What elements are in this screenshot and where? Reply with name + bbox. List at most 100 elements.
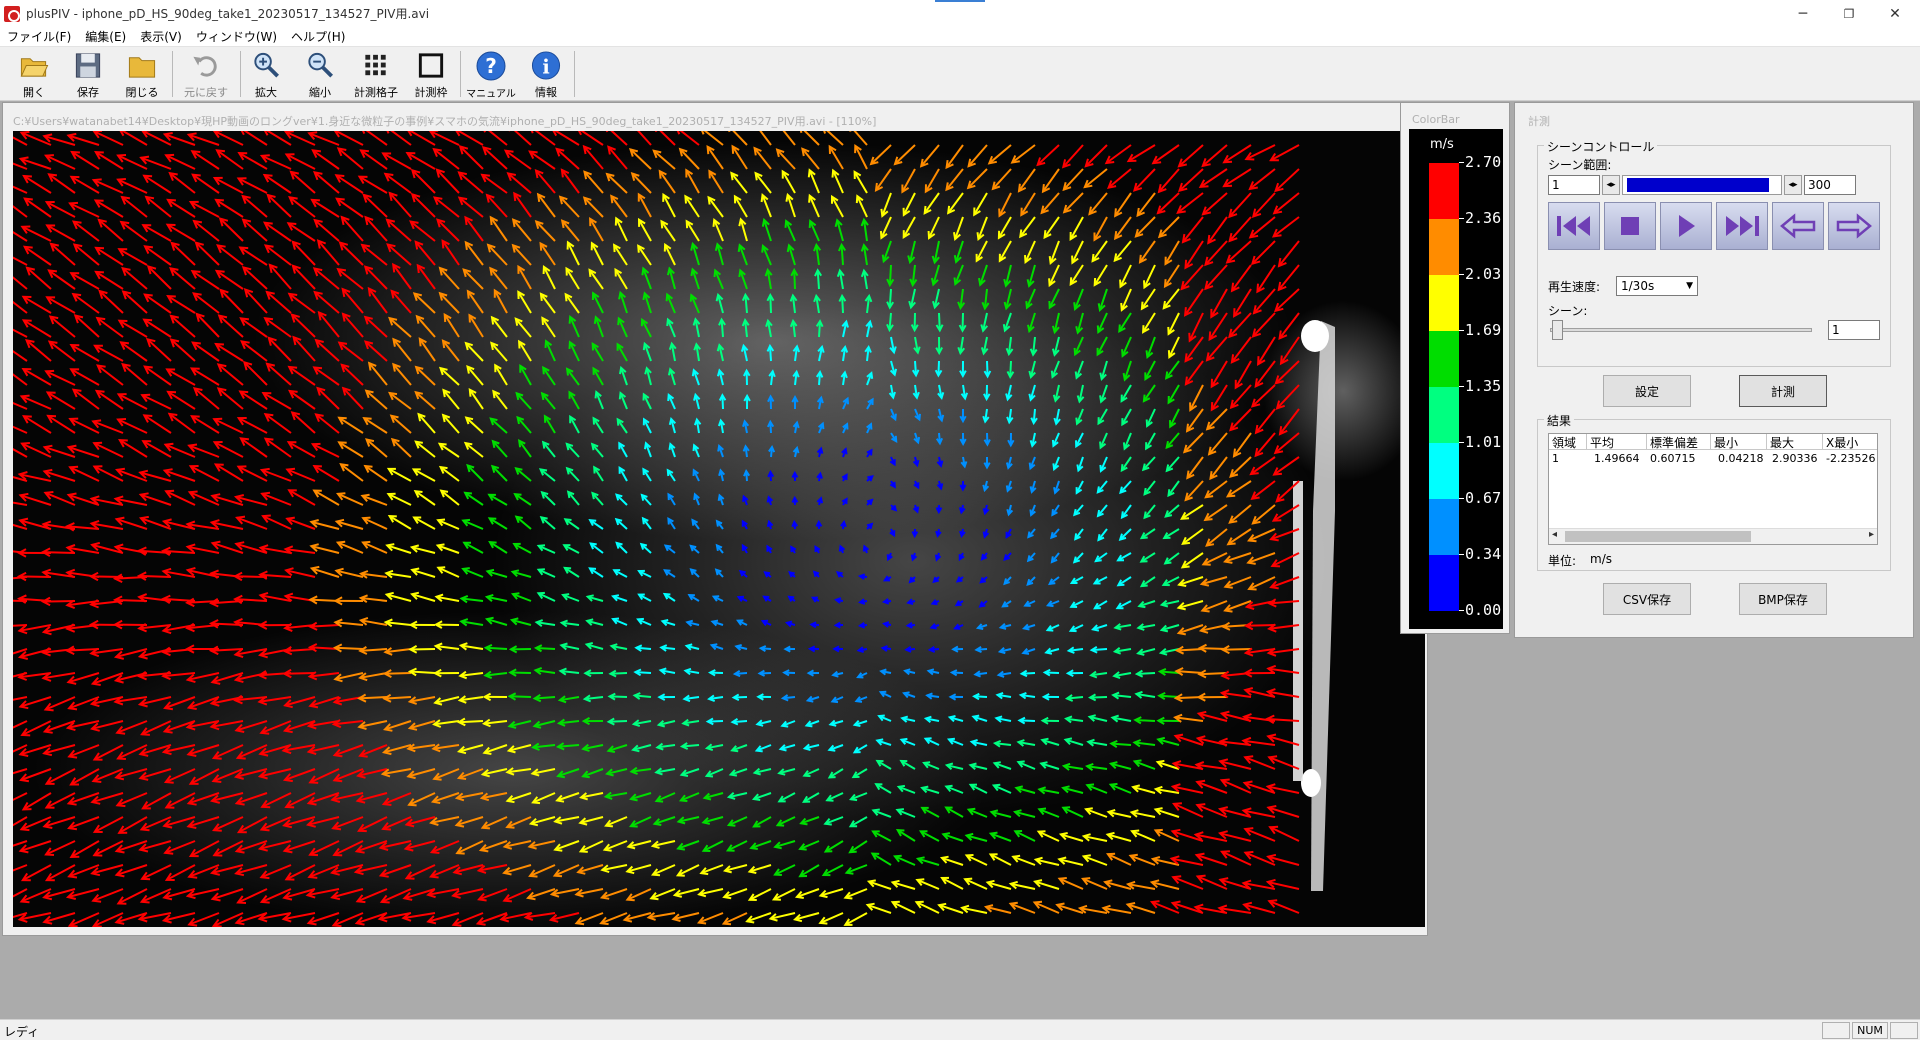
bmp-save-button[interactable]: BMP保存 [1739,583,1827,615]
info-button[interactable]: i 情報 [524,48,568,100]
folder-open-icon [20,58,49,77]
csv-save-button[interactable]: CSV保存 [1603,583,1691,615]
toolbar-separator [460,51,461,97]
scene-range-bar[interactable] [1622,175,1782,195]
table-cell: 0.04218 [1718,452,1764,465]
results-hscrollbar[interactable]: ◂ ▸ [1549,528,1877,544]
status-bar: レディ NUM [0,1019,1920,1040]
velocity-vector [138,574,172,578]
table-header: 最大 [1767,434,1823,450]
table-cell: -2.23526 [1826,452,1876,465]
grid-button[interactable]: 計測格子 [348,48,404,100]
folder-icon [128,57,156,78]
app-logo-icon [4,5,20,22]
colorbar-segment [1429,219,1459,275]
menu-window[interactable]: ウィンドウ(W) [189,28,284,45]
scene-slider[interactable] [1550,328,1812,332]
close-window-button[interactable]: ✕ [1872,0,1918,27]
grid-label: 計測格子 [354,86,398,99]
scroll-left-icon[interactable]: ◂ [1552,529,1557,540]
play-icon [1679,215,1695,237]
scene-range-label: シーン範囲: [1548,158,1612,172]
colorbar-title: ColorBar [1412,113,1460,126]
svg-text:i: i [542,55,549,78]
play-button[interactable] [1660,202,1712,250]
menu-view[interactable]: 表示(V) [133,28,189,45]
colorbar-tick: 0.67 [1458,489,1502,507]
menu-edit[interactable]: 編集(E) [78,28,133,45]
zoom-in-button[interactable]: 拡大 [244,48,288,100]
scroll-right-icon[interactable]: ▸ [1869,529,1874,540]
step-forward-button[interactable] [1828,202,1880,250]
speed-label: 再生速度: [1548,280,1601,294]
results-table[interactable]: 領域 平均 標準偏差 最小 最大 X最小 1 1.49664 0.60715 0… [1548,433,1878,545]
colorbar-tick: 1.35 [1458,377,1502,395]
title-accent-bar [935,0,985,2]
measure-button[interactable]: 計測 [1739,375,1827,407]
colorbar-tick: 1.01 [1458,433,1502,451]
undo-button[interactable]: 元に戻す [178,48,234,100]
scene-control-label: シーンコントロール [1544,138,1658,155]
colorbar-tick: 2.36 [1458,209,1502,227]
last-frame-button[interactable] [1716,202,1768,250]
piv-vector-field[interactable] [13,131,1425,927]
range-end-spinner[interactable]: ◂▸ [1784,175,1802,195]
colorbar-segment [1429,331,1459,387]
colorbar-tick: 2.03 [1458,265,1502,283]
velocity-vector [510,671,532,674]
range-end-input[interactable]: 300 [1804,175,1856,195]
table-cell: 2.90336 [1772,452,1818,465]
range-start-spinner[interactable]: ◂▸ [1602,175,1620,195]
scene-input[interactable]: 1 [1828,320,1880,340]
speed-value: 1/30s [1621,279,1655,293]
status-text: レディ [4,1025,40,1039]
skip-back-icon [1557,216,1590,236]
info-label: 情報 [535,86,557,99]
velocity-vector [42,551,76,554]
minimize-button[interactable]: ─ [1780,0,1826,27]
settings-button[interactable]: 設定 [1603,375,1691,407]
open-label: 開く [23,86,45,99]
zoom-out-button[interactable]: 縮小 [298,48,342,100]
colorbar-segment [1429,387,1459,443]
open-button[interactable]: 開く [12,48,56,100]
colorbar-tick: 2.70 [1458,153,1502,171]
velocity-vector [284,672,316,675]
unit-value: m/s [1590,552,1612,566]
undo-icon [193,56,217,77]
range-start-input[interactable]: 1 [1548,175,1600,195]
table-header: 平均 [1587,434,1647,450]
colorbar-tick: 0.34 [1458,545,1502,563]
zoom-out-icon [308,52,333,78]
menu-help[interactable]: ヘルプ(H) [284,28,352,45]
manual-button[interactable]: ? マニュアル [466,48,516,100]
menu-file[interactable]: ファイル(F) [0,28,78,45]
velocity-vector [1222,648,1252,651]
close-file-label: 閉じる [125,86,159,99]
grid-icon [365,54,386,76]
skip-forward-icon [1726,216,1759,236]
velocity-vector [1245,624,1276,627]
table-header: 最小 [1711,434,1767,450]
stop-button[interactable] [1604,202,1656,250]
save-button[interactable]: 保存 [66,48,110,100]
table-header: 領域 [1549,434,1587,450]
colorbar-segment [1429,499,1459,555]
close-file-button[interactable]: 閉じる [120,48,164,100]
velocity-vector [334,646,364,650]
first-frame-button[interactable] [1548,202,1600,250]
chevron-down-icon: ▼ [1686,281,1693,291]
zoom-in-icon [254,52,279,78]
frame-button[interactable]: 計測枠 [408,48,454,100]
results-label: 結果 [1544,412,1575,429]
undo-label: 元に戻す [184,86,228,99]
unit-label: 単位: [1548,554,1577,568]
step-back-button[interactable] [1772,202,1824,250]
velocity-vector [1199,672,1228,676]
save-label: 保存 [77,86,99,99]
speed-select[interactable]: 1/30s ▼ [1616,276,1698,296]
scene-slider-thumb[interactable] [1552,320,1563,340]
hscroll-thumb[interactable] [1565,531,1751,542]
restore-button[interactable]: ❐ [1826,0,1872,27]
svg-text:?: ? [485,54,497,78]
